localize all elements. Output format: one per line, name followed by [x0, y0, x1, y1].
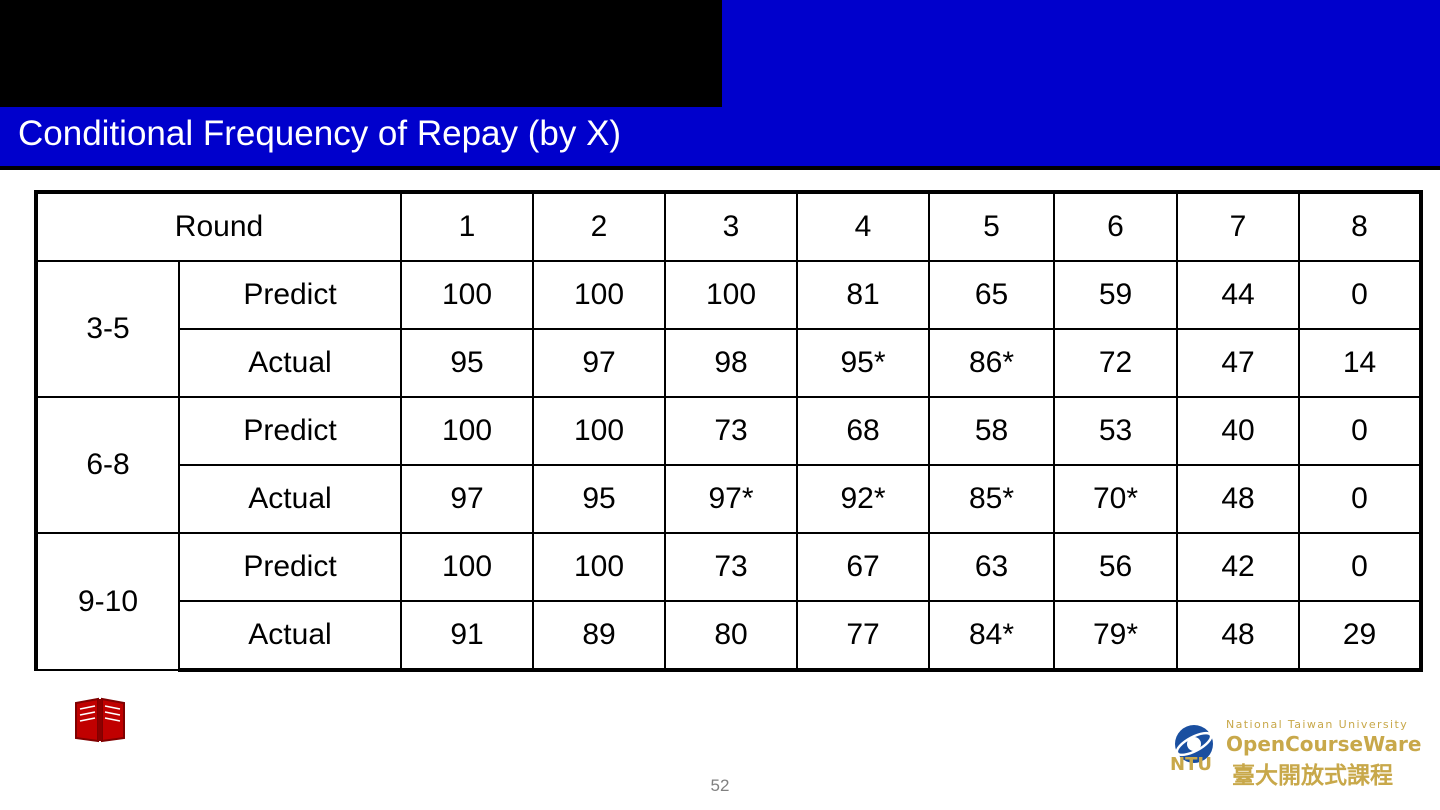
header-col-4: 4 [796, 190, 930, 262]
row-type-label: Predict [178, 532, 402, 602]
header-col-2: 2 [532, 190, 666, 262]
cell: 97 [400, 464, 534, 534]
table-row: Actual 95 97 98 95* 86* 72 47 14 [36, 328, 1423, 398]
cell: 53 [1053, 396, 1178, 466]
cell: 73 [664, 396, 798, 466]
cell: 0 [1298, 464, 1423, 534]
table-row: 3-5 Predict 100 100 100 81 65 59 44 0 [34, 260, 1423, 398]
open-book-icon [75, 697, 125, 743]
cell: 97 [532, 328, 666, 398]
cell: 68 [796, 396, 930, 466]
header-col-8: 8 [1298, 190, 1423, 262]
table-row: Actual 91 89 80 77 84* 79* 48 29 [36, 600, 1423, 672]
cell: 42 [1176, 532, 1300, 602]
cell: 0 [1298, 396, 1423, 466]
frequency-table-wrapper: Round 1 2 3 4 5 6 7 8 3-5 Predict 100 10… [34, 190, 1423, 672]
cell: 44 [1176, 260, 1300, 330]
logo-university-name: National Taiwan University [1226, 718, 1409, 731]
cell: 70* [1053, 464, 1178, 534]
group-label-9-10: 9-10 [34, 532, 180, 671]
cell: 72 [1053, 328, 1178, 398]
cell: 59 [1053, 260, 1178, 330]
page-title: Conditional Frequency of Repay (by X) [18, 114, 622, 153]
cell: 47 [1176, 328, 1300, 398]
cell: 100 [532, 396, 666, 466]
header-col-6: 6 [1053, 190, 1178, 262]
header-col-5: 5 [928, 190, 1055, 262]
cell: 95* [796, 328, 930, 398]
header-black-band [0, 0, 722, 107]
cell: 67 [796, 532, 930, 602]
row-type-label: Actual [178, 328, 402, 398]
cell: 95 [532, 464, 666, 534]
cell: 100 [400, 532, 534, 602]
title-divider [0, 166, 1440, 170]
cell: 98 [664, 328, 798, 398]
cell: 56 [1053, 532, 1178, 602]
cell: 58 [928, 396, 1055, 466]
cell: 0 [1298, 532, 1423, 602]
cell: 0 [1298, 260, 1423, 330]
cell: 80 [664, 600, 798, 672]
logo-chinese-name: 臺大開放式課程 [1232, 763, 1393, 789]
cell: 89 [532, 600, 666, 672]
cell: 73 [664, 532, 798, 602]
table-header-row: Round 1 2 3 4 5 6 7 8 [34, 190, 1423, 262]
header-col-3: 3 [664, 190, 798, 262]
cell: 100 [664, 260, 798, 330]
logo-ntu-abbrev: NTU [1170, 754, 1212, 775]
group-label-3-5: 3-5 [34, 260, 180, 398]
cell: 100 [532, 532, 666, 602]
cell: 63 [928, 532, 1055, 602]
group-label-6-8: 6-8 [34, 396, 180, 534]
cell: 81 [796, 260, 930, 330]
cell: 100 [532, 260, 666, 330]
ntu-ocw-logo: National Taiwan University OpenCourseWar… [1166, 718, 1428, 789]
cell: 100 [400, 396, 534, 466]
cell: 40 [1176, 396, 1300, 466]
cell: 100 [400, 260, 534, 330]
table-row: 9-10 Predict 100 100 73 67 63 56 42 0 [34, 532, 1423, 671]
cell: 14 [1298, 328, 1423, 398]
logo-ocw-name: OpenCourseWare [1226, 732, 1422, 756]
header-col-1: 1 [400, 190, 534, 262]
cell: 84* [928, 600, 1055, 672]
cell: 95 [400, 328, 534, 398]
frequency-table: Round 1 2 3 4 5 6 7 8 3-5 Predict 100 10… [34, 190, 1423, 672]
cell: 48 [1176, 464, 1300, 534]
header-col-7: 7 [1176, 190, 1300, 262]
row-type-label: Actual [178, 600, 402, 672]
cell: 85* [928, 464, 1055, 534]
cell: 92* [796, 464, 930, 534]
cell: 29 [1298, 600, 1423, 672]
cell: 48 [1176, 600, 1300, 672]
cell: 91 [400, 600, 534, 672]
cell: 86* [928, 328, 1055, 398]
cell: 77 [796, 600, 930, 672]
header-blue-band [0, 0, 1440, 107]
row-type-label: Actual [178, 464, 402, 534]
table-row: Actual 97 95 97* 92* 85* 70* 48 0 [36, 464, 1423, 534]
cell: 65 [928, 260, 1055, 330]
cell: 97* [664, 464, 798, 534]
row-type-label: Predict [178, 396, 402, 466]
row-type-label: Predict [178, 260, 402, 330]
table-row: 6-8 Predict 100 100 73 68 58 53 40 0 [34, 396, 1423, 534]
header-round-label: Round [34, 190, 402, 262]
cell: 79* [1053, 600, 1178, 672]
